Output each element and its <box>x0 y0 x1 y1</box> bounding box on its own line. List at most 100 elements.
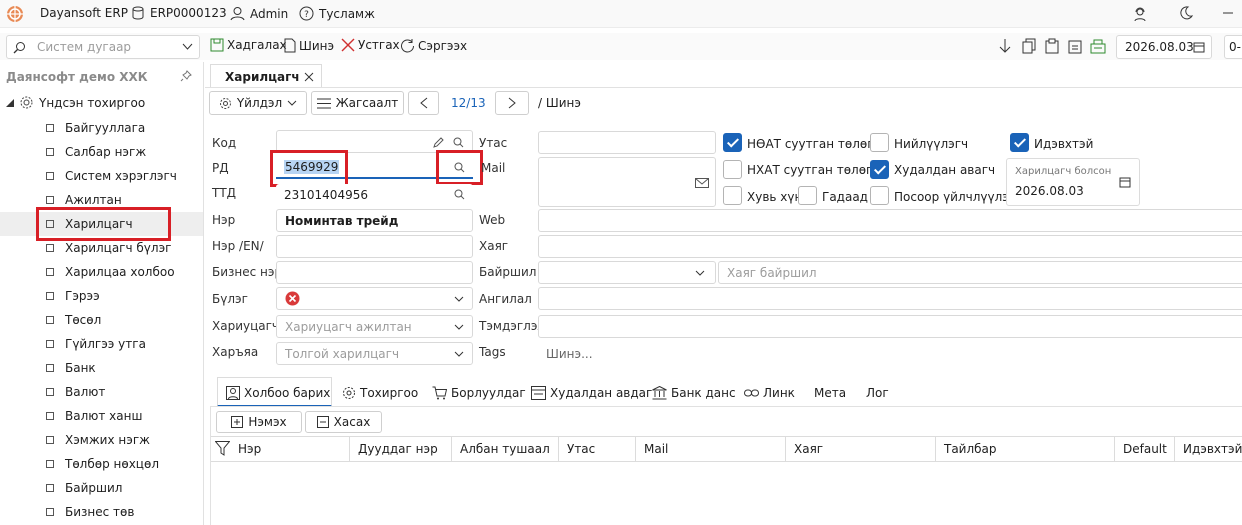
location-address-field[interactable]: Хаяг байршил <box>718 261 1242 284</box>
column-active[interactable]: Идэвхтэй <box>1175 437 1242 461</box>
search-icon[interactable] <box>453 137 464 148</box>
tab-link[interactable]: Линк <box>744 381 795 405</box>
tab-sells[interactable]: Борлуулдаг <box>432 381 526 405</box>
tab-settings[interactable]: Тохиргоо <box>342 381 418 405</box>
refresh-button[interactable]: Сэргээх <box>400 38 467 53</box>
new-button[interactable]: Шинэ <box>284 38 334 53</box>
column-mail[interactable]: Mail <box>636 437 786 461</box>
download-icon[interactable] <box>998 38 1012 54</box>
sidebar-item-system-user[interactable]: Систем хэрэглэгч <box>0 164 203 188</box>
phone-field[interactable] <box>538 131 716 154</box>
paste-icon[interactable] <box>1045 38 1059 54</box>
sidebar-item-organization[interactable]: Байгууллага <box>0 116 203 140</box>
previous-button[interactable] <box>408 91 439 115</box>
vat-payer-checkbox[interactable] <box>723 133 742 152</box>
dark-mode-icon[interactable] <box>1179 6 1193 20</box>
clipboard-icon[interactable] <box>1068 38 1082 54</box>
close-tab-icon[interactable] <box>304 72 314 82</box>
sidebar-item-contract[interactable]: Гэрээ <box>0 284 203 308</box>
business-name-field[interactable] <box>276 261 473 284</box>
individual-checkbox[interactable] <box>723 186 742 205</box>
tab-meta[interactable]: Мета <box>814 381 846 405</box>
industry-field[interactable] <box>538 287 1242 310</box>
help-menu[interactable]: ? Тусламж <box>299 6 375 21</box>
search-placeholder: Систем дугаар <box>37 40 132 54</box>
supplier-checkbox[interactable] <box>870 133 889 152</box>
database-selector[interactable]: ERP0000123 <box>131 6 227 20</box>
next-button[interactable] <box>495 91 529 115</box>
tab-log[interactable]: Лог <box>866 381 889 405</box>
sidebar-item-exchange-rate[interactable]: Валют ханш <box>0 404 203 428</box>
foreign-checkbox[interactable] <box>798 186 817 205</box>
customer-checkbox[interactable] <box>870 160 889 179</box>
copy-icon[interactable] <box>1022 38 1036 54</box>
calendar-icon[interactable] <box>1119 176 1131 188</box>
cash-register-icon[interactable] <box>1090 38 1106 54</box>
tree-root-settings[interactable]: Үндсэн тохиргоо <box>6 95 145 110</box>
web-field[interactable] <box>538 209 1242 232</box>
pencil-icon[interactable] <box>433 137 444 148</box>
manager-select[interactable]: Хариуцагч ажилтан <box>276 315 473 338</box>
sidebar-item-business-center[interactable]: Бизнес төв <box>0 500 203 524</box>
group-select[interactable] <box>276 287 473 310</box>
search-icon[interactable] <box>454 189 465 200</box>
operation-button[interactable]: Үйлдэл <box>209 91 307 115</box>
address-field[interactable] <box>538 235 1242 258</box>
note-field[interactable] <box>538 315 1242 338</box>
sidebar-item-location[interactable]: Байршил <box>0 476 203 500</box>
column-description[interactable]: Тайлбар <box>936 437 1115 461</box>
expand-triangle-icon <box>6 98 14 107</box>
parent-label: Харъяа <box>212 345 259 359</box>
tab-buys[interactable]: Худалдан авдаг <box>531 381 652 405</box>
tab-customer[interactable]: Харилцагч <box>210 64 322 88</box>
period-field[interactable]: 0- <box>1224 35 1242 59</box>
city-tax-checkbox[interactable] <box>723 160 742 179</box>
mail-field[interactable] <box>538 157 716 207</box>
filter-icon[interactable] <box>215 441 230 456</box>
location-select[interactable] <box>538 261 716 284</box>
column-name[interactable]: Нэр <box>230 437 350 461</box>
direct-service-checkbox[interactable] <box>870 186 889 205</box>
active-checkbox[interactable] <box>1010 133 1029 152</box>
sidebar-item-bank[interactable]: Банк <box>0 356 203 380</box>
tab-bank-account[interactable]: Банк данс <box>652 381 736 405</box>
date-picker[interactable]: 2026.08.03 <box>1116 35 1212 59</box>
save-button[interactable]: Хадгалах <box>210 38 287 52</box>
tab-contacts[interactable]: Холбоо барих <box>226 381 330 405</box>
minimize-icon[interactable] <box>1221 6 1235 20</box>
customer-since-field[interactable]: Харилцагч болсон 2026.08.03 <box>1006 158 1140 206</box>
user-menu[interactable]: Admin <box>230 6 288 21</box>
user-label: Admin <box>250 6 289 21</box>
column-nickname[interactable]: Дууддаг нэр <box>350 437 452 461</box>
delete-button[interactable]: Устгах <box>341 38 400 52</box>
tags-field[interactable]: Шинэ... <box>538 342 1242 365</box>
column-phone[interactable]: Утас <box>559 437 636 461</box>
add-button[interactable]: Нэмэх <box>216 411 302 433</box>
foreign-label: Гадаад <box>822 190 868 204</box>
pin-icon[interactable] <box>180 70 192 82</box>
sidebar-item-currency[interactable]: Валют <box>0 380 203 404</box>
envelope-icon[interactable] <box>695 178 709 188</box>
remove-button[interactable]: Хасах <box>305 411 382 433</box>
column-default[interactable]: Default <box>1115 437 1175 461</box>
support-agent-icon[interactable] <box>1132 6 1148 22</box>
parent-select[interactable]: Толгой харилцагч <box>276 342 473 365</box>
name-en-field[interactable] <box>276 235 473 258</box>
ttd-field[interactable]: 23101404956 <box>276 184 473 206</box>
column-address[interactable]: Хаяг <box>786 437 936 461</box>
sidebar-item-project[interactable]: Төсөл <box>0 308 203 332</box>
manager-label: Хариуцагч <box>212 319 280 333</box>
name-label: Нэр <box>212 213 236 227</box>
user-icon <box>230 7 245 21</box>
name-field[interactable]: Номинтав трейд <box>276 209 473 232</box>
sidebar-item-transaction-meaning[interactable]: Гүйлгээ утга <box>0 332 203 356</box>
sidebar-item-branch[interactable]: Салбар нэгж <box>0 140 203 164</box>
sidebar-item-unit[interactable]: Хэмжих нэгж <box>0 428 203 452</box>
list-button[interactable]: Жагсаалт <box>311 91 404 115</box>
sidebar-item-contacts[interactable]: Харилцаа холбоо <box>0 260 203 284</box>
column-position[interactable]: Албан тушаал <box>452 437 559 461</box>
system-number-search[interactable]: Систем дугаар <box>6 35 200 59</box>
tab-divider <box>205 87 1242 88</box>
clear-error-icon[interactable] <box>285 291 300 306</box>
sidebar-item-payment-terms[interactable]: Төлбөр нөхцөл <box>0 452 203 476</box>
